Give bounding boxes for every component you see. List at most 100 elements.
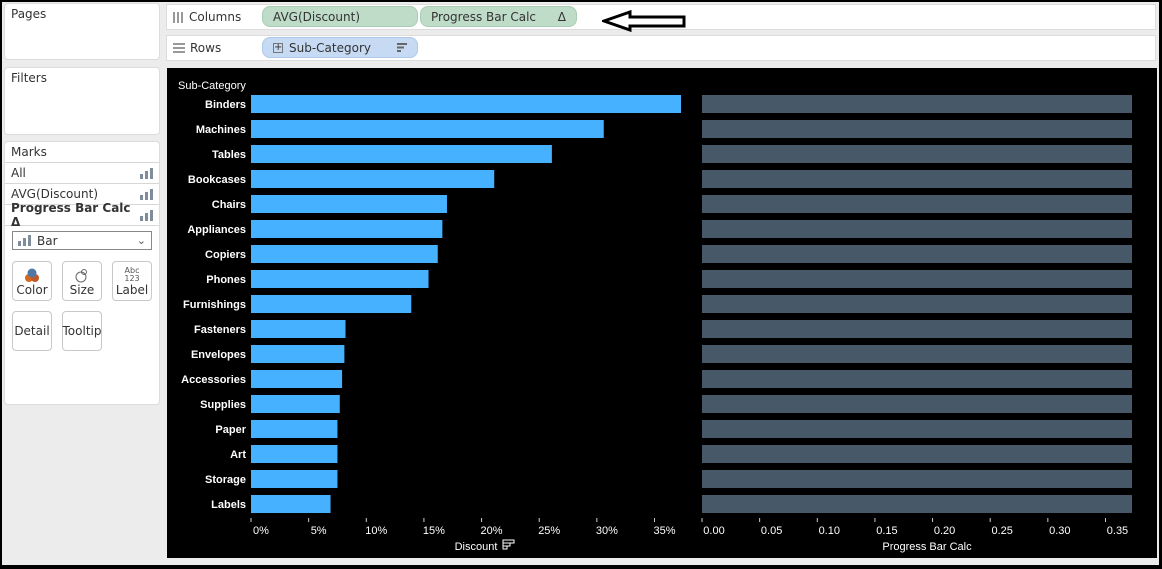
progress-bar[interactable] xyxy=(702,195,1132,213)
visualization-canvas: Sub-Category Binders Machines Tables Bookca… xyxy=(167,68,1157,558)
sort-icon[interactable] xyxy=(502,539,515,550)
color-button-label: Color xyxy=(16,283,48,297)
mark-type-dropdown[interactable]: Bar ⌄ xyxy=(12,231,152,250)
progress-bar[interactable] xyxy=(702,495,1132,513)
discount-bar[interactable] xyxy=(251,220,443,238)
progress-bar[interactable] xyxy=(702,345,1132,363)
x-tick-label: 30% xyxy=(596,525,618,537)
progress-bar[interactable] xyxy=(702,120,1132,138)
discount-bar[interactable] xyxy=(251,170,495,188)
pages-title: Pages xyxy=(11,7,47,21)
progress-bar[interactable] xyxy=(702,170,1132,188)
progress-bar[interactable] xyxy=(702,95,1132,113)
label-button[interactable]: Abc 123 Label xyxy=(112,261,152,301)
columns-icon xyxy=(173,11,183,23)
progress-bar[interactable] xyxy=(702,320,1132,338)
discount-bar[interactable] xyxy=(251,495,331,513)
progress-bar[interactable] xyxy=(702,420,1132,438)
discount-bar[interactable] xyxy=(251,195,447,213)
marks-row-progress-bar-calc[interactable]: Progress Bar Calc Δ xyxy=(5,201,159,229)
pill-progress-bar-calc[interactable]: Progress Bar Calc Δ xyxy=(420,6,577,27)
bar-chart-icon xyxy=(140,167,153,179)
tooltip-button-label: Tooltip xyxy=(62,324,102,338)
discount-bar[interactable] xyxy=(251,470,338,488)
discount-bar[interactable] xyxy=(251,395,340,413)
discount-bar[interactable] xyxy=(251,320,346,338)
discount-bar[interactable] xyxy=(251,270,429,288)
row-label[interactable]: Chairs xyxy=(212,199,246,211)
progress-bar[interactable] xyxy=(702,445,1132,463)
discount-bar[interactable] xyxy=(251,345,345,363)
progress-bar[interactable] xyxy=(702,395,1132,413)
row-label[interactable]: Envelopes xyxy=(191,349,246,361)
sort-descending-icon[interactable] xyxy=(397,43,407,52)
marks-row-all[interactable]: All xyxy=(5,162,159,183)
rows-shelf[interactable]: Rows + Sub-Category xyxy=(167,36,1155,60)
x-tick-label: 0.15 xyxy=(876,525,897,537)
x-tick-label: 0.05 xyxy=(761,525,782,537)
pill-label: AVG(Discount) xyxy=(273,9,360,24)
row-label[interactable]: Tables xyxy=(212,149,246,161)
discount-bar[interactable] xyxy=(251,295,412,313)
progress-bar[interactable] xyxy=(702,270,1132,288)
x-axis-title-progress-bar-calc: Progress Bar Calc xyxy=(882,541,972,553)
size-button-label: Size xyxy=(69,283,95,297)
x-tick-label: 20% xyxy=(481,525,503,537)
size-button[interactable]: Size xyxy=(62,261,102,301)
progress-bar[interactable] xyxy=(702,370,1132,388)
row-label[interactable]: Storage xyxy=(205,474,246,486)
row-label[interactable]: Paper xyxy=(215,424,246,436)
row-label[interactable]: Machines xyxy=(196,124,246,136)
progress-bar[interactable] xyxy=(702,470,1132,488)
detail-button[interactable]: Detail xyxy=(12,311,52,351)
label-icon: Abc 123 xyxy=(124,266,140,283)
discount-bar[interactable] xyxy=(251,445,338,463)
color-button[interactable]: Color xyxy=(12,261,52,301)
bar-chart-icon xyxy=(18,235,31,246)
row-label[interactable]: Copiers xyxy=(205,249,246,261)
discount-bar[interactable] xyxy=(251,370,343,388)
discount-bar[interactable] xyxy=(251,120,604,138)
x-axis-title-discount: Discount xyxy=(455,541,498,553)
columns-label-text: Columns xyxy=(189,10,242,24)
progress-bar[interactable] xyxy=(702,245,1132,263)
progress-bar[interactable] xyxy=(702,295,1132,313)
x-tick-label: 0.35 xyxy=(1107,525,1128,537)
delta-icon: Δ xyxy=(557,9,566,24)
x-tick-label: 0.20 xyxy=(934,525,955,537)
x-tick-label: 0.25 xyxy=(991,525,1012,537)
bar-chart-icon xyxy=(140,209,153,221)
pill-sub-category[interactable]: + Sub-Category xyxy=(262,37,418,58)
mark-type-value: Bar xyxy=(37,233,58,248)
discount-bar[interactable] xyxy=(251,245,438,263)
row-label[interactable]: Phones xyxy=(206,274,246,286)
row-header-sub-category: Sub-Category xyxy=(178,80,246,92)
pages-card[interactable]: Pages xyxy=(5,4,159,59)
color-icon xyxy=(25,268,39,282)
row-label[interactable]: Labels xyxy=(211,499,246,511)
rows-label-text: Rows xyxy=(190,41,222,55)
tableau-workspace: Pages Filters Marks All AVG(Discount) Pr… xyxy=(2,2,1159,565)
row-label[interactable]: Art xyxy=(230,449,246,461)
row-label[interactable]: Accessories xyxy=(181,374,246,386)
pill-avg-discount[interactable]: AVG(Discount) xyxy=(262,6,418,27)
row-label[interactable]: Furnishings xyxy=(183,299,246,311)
marks-card: Marks All AVG(Discount) Progress Bar Cal… xyxy=(5,142,159,404)
row-label[interactable]: Supplies xyxy=(200,399,246,411)
row-label[interactable]: Binders xyxy=(205,99,246,111)
discount-bar[interactable] xyxy=(251,420,338,438)
progress-bar[interactable] xyxy=(702,145,1132,163)
row-label[interactable]: Appliances xyxy=(187,224,246,236)
row-label[interactable]: Fasteners xyxy=(194,324,246,336)
discount-bar[interactable] xyxy=(251,95,681,113)
expand-icon[interactable]: + xyxy=(273,42,283,53)
filters-card[interactable]: Filters xyxy=(5,68,159,134)
discount-bar[interactable] xyxy=(251,145,552,163)
progress-bar[interactable] xyxy=(702,220,1132,238)
x-tick-label: 25% xyxy=(538,525,560,537)
label-button-label: Label xyxy=(115,283,149,297)
row-label[interactable]: Bookcases xyxy=(188,174,246,186)
size-icon xyxy=(75,269,87,283)
bar-chart-icon xyxy=(140,188,153,200)
tooltip-button[interactable]: Tooltip xyxy=(62,311,102,351)
